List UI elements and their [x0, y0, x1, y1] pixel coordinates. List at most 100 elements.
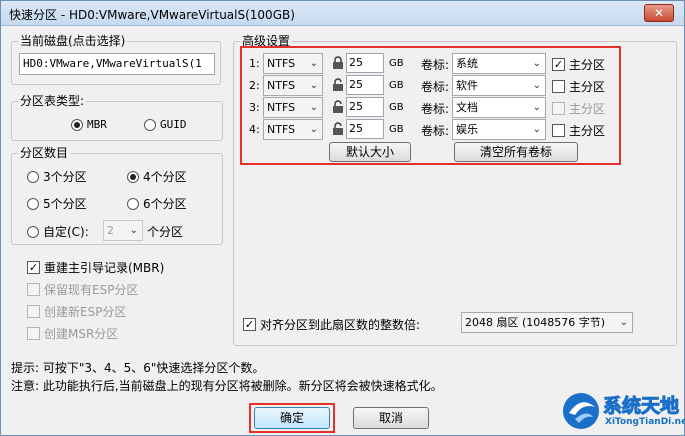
volume-label-select[interactable]: 软件 ⌄: [452, 75, 546, 96]
unlock-icon[interactable]: [332, 122, 344, 136]
radio-dot: [71, 118, 83, 131]
volume-label-text: 卷标:: [421, 124, 450, 138]
filesystem-value: NTFS: [267, 123, 296, 136]
chevron-down-icon: ⌄: [532, 124, 541, 135]
partition-count-label: 分区数目: [18, 146, 71, 160]
volume-label-value: 软件: [456, 79, 478, 92]
partition-size-input[interactable]: 25: [346, 97, 384, 117]
six-partitions-radio[interactable]: 6个分区: [127, 195, 187, 212]
filesystem-value: NTFS: [267, 57, 296, 70]
chevron-down-icon: ⌄: [309, 80, 318, 91]
volume-label-select[interactable]: 娱乐 ⌄: [452, 119, 546, 140]
checkbox-box: [552, 80, 565, 93]
chevron-down-icon: ⌄: [619, 317, 628, 328]
radio-dot: [27, 197, 39, 210]
align-label: 对齐分区到此扇区数的整数倍:: [260, 318, 421, 332]
custom-partitions-label: 自定(C):: [43, 225, 89, 239]
lock-icon[interactable]: [332, 56, 344, 70]
custom-count-select[interactable]: 2 ⌄: [103, 220, 143, 241]
filesystem-select[interactable]: NTFS ⌄: [263, 119, 323, 140]
size-unit: GB: [389, 58, 404, 69]
align-select[interactable]: 2048 扇区 (1048576 字节) ⌄: [461, 312, 633, 333]
filesystem-value: NTFS: [267, 101, 296, 114]
ok-button[interactable]: 确定: [254, 407, 330, 429]
check-icon: ✓: [552, 58, 565, 71]
unlock-icon[interactable]: [332, 100, 344, 114]
close-button[interactable]: ✕: [644, 4, 674, 22]
chevron-down-icon: ⌄: [532, 102, 541, 113]
logo-subtitle: XiTongTianDi.net: [605, 417, 685, 427]
volume-label-select[interactable]: 系统 ⌄: [452, 53, 546, 74]
partition-size-input[interactable]: 25: [346, 53, 384, 73]
primary-partition-label: 主分区: [569, 80, 606, 94]
size-unit: GB: [389, 80, 404, 91]
checkbox-box: [552, 102, 565, 115]
title-bar: 快速分区 - HD0:VMware,VMwareVirtualS(100GB) …: [1, 1, 684, 26]
create-esp-label: 创建新ESP分区: [44, 305, 127, 319]
rebuild-mbr-label: 重建主引导记录(MBR): [44, 261, 165, 275]
checkbox-box: [552, 124, 565, 137]
partition-table-label: 分区表类型:: [18, 94, 87, 108]
chevron-down-icon: ⌄: [129, 225, 138, 236]
guid-label: GUID: [160, 118, 187, 131]
partition-size-input[interactable]: 25: [346, 119, 384, 139]
filesystem-select[interactable]: NTFS ⌄: [263, 75, 323, 96]
current-disk-label: 当前磁盘(点击选择): [18, 34, 128, 48]
volume-label-value: 系统: [456, 57, 478, 70]
checkbox-box: [27, 327, 40, 340]
filesystem-select[interactable]: NTFS ⌄: [263, 97, 323, 118]
default-size-button[interactable]: 默认大小: [329, 142, 411, 162]
radio-dot: [127, 197, 139, 210]
volume-label-text: 卷标:: [421, 58, 450, 72]
radio-dot: [27, 225, 39, 238]
volume-label-select[interactable]: 文档 ⌄: [452, 97, 546, 118]
four-partitions-radio[interactable]: 4个分区: [127, 168, 187, 185]
align-value: 2048 扇区 (1048576 字节): [465, 316, 606, 329]
custom-count-value: 2: [107, 224, 114, 237]
radio-dot: [27, 170, 39, 183]
radio-dot: [127, 170, 139, 183]
clear-labels-button[interactable]: 清空所有卷标: [454, 142, 578, 162]
three-partitions-radio[interactable]: 3个分区: [27, 168, 87, 185]
chevron-down-icon: ⌄: [532, 58, 541, 69]
check-icon: ✓: [243, 318, 256, 331]
guid-radio[interactable]: GUID: [144, 118, 187, 131]
site-logo: 系统天地 XiTongTianDi.net: [561, 387, 685, 435]
align-checkbox[interactable]: ✓ 对齐分区到此扇区数的整数倍:: [243, 316, 420, 333]
hint-text: 提示: 可按下"3、4、5、6"快速选择分区个数。: [11, 361, 265, 375]
keep-esp-checkbox[interactable]: 保留现有ESP分区: [27, 281, 138, 298]
primary-partition-checkbox[interactable]: 主分区: [552, 78, 605, 95]
partition-size-input[interactable]: 25: [346, 75, 384, 95]
primary-partition-checkbox[interactable]: 主分区: [552, 122, 605, 139]
three-partitions-label: 3个分区: [43, 170, 87, 184]
rebuild-mbr-checkbox[interactable]: ✓ 重建主引导记录(MBR): [27, 259, 164, 276]
logo-icon: [563, 393, 599, 429]
partition-row-index: 3:: [249, 101, 260, 114]
current-disk-field[interactable]: HD0:VMware,VMwareVirtualS(1: [19, 53, 215, 75]
create-msr-label: 创建MSR分区: [44, 327, 119, 341]
logo-title: 系统天地: [602, 395, 680, 418]
checkbox-box: [27, 305, 40, 318]
mbr-radio[interactable]: MBR: [71, 118, 107, 131]
filesystem-value: NTFS: [267, 79, 296, 92]
primary-partition-checkbox[interactable]: 主分区: [552, 100, 605, 117]
volume-label-value: 文档: [456, 101, 478, 114]
five-partitions-label: 5个分区: [43, 197, 87, 211]
primary-partition-label: 主分区: [569, 58, 606, 72]
window-title: 快速分区 - HD0:VMware,VMwareVirtualS(100GB): [9, 8, 295, 22]
unlock-icon[interactable]: [332, 78, 344, 92]
create-esp-checkbox[interactable]: 创建新ESP分区: [27, 303, 126, 320]
create-msr-checkbox[interactable]: 创建MSR分区: [27, 325, 118, 342]
partition-row-index: 1:: [249, 57, 260, 70]
partition-row-index: 4:: [249, 123, 260, 136]
four-partitions-label: 4个分区: [143, 170, 187, 184]
custom-partitions-radio[interactable]: 自定(C):: [27, 223, 89, 240]
primary-partition-checkbox[interactable]: ✓ 主分区: [552, 56, 605, 73]
checkbox-box: [27, 283, 40, 296]
chevron-down-icon: ⌄: [309, 102, 318, 113]
size-unit: GB: [389, 124, 404, 135]
partition-row-index: 2:: [249, 79, 260, 92]
filesystem-select[interactable]: NTFS ⌄: [263, 53, 323, 74]
cancel-button[interactable]: 取消: [353, 407, 429, 429]
five-partitions-radio[interactable]: 5个分区: [27, 195, 87, 212]
